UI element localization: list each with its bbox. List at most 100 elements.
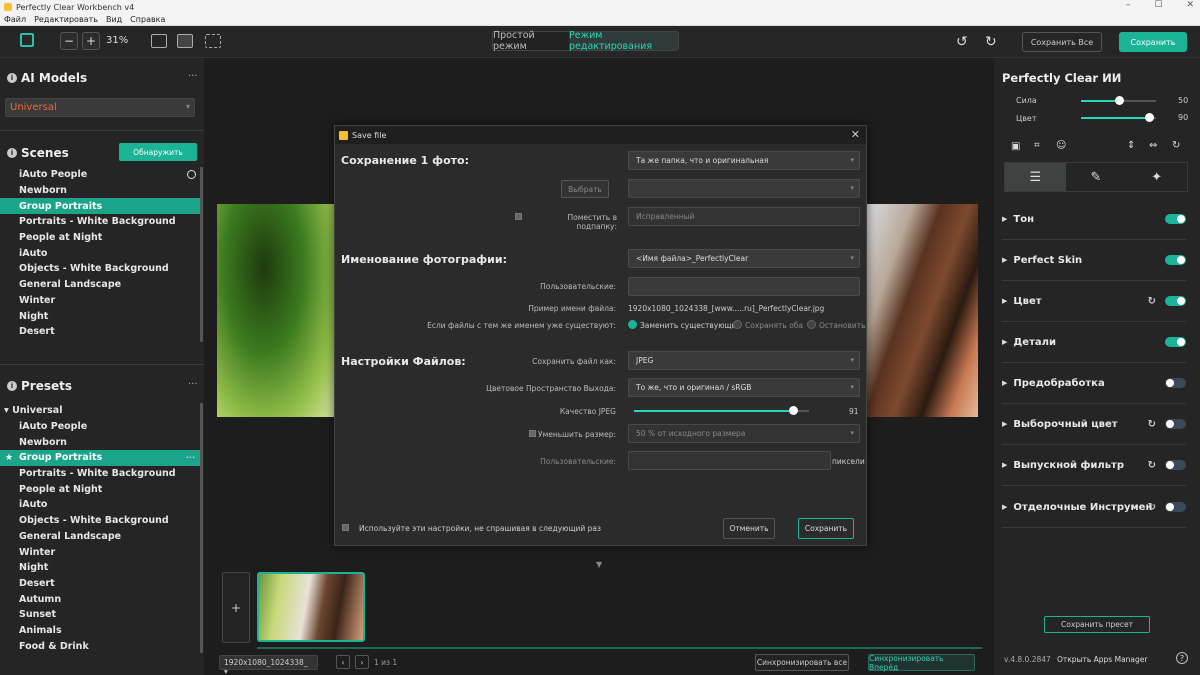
replace-radio[interactable] xyxy=(628,320,637,329)
compare-view-icon[interactable] xyxy=(205,34,221,48)
detect-button[interactable]: Обнаружить xyxy=(119,143,197,161)
list-item[interactable]: iAuto People xyxy=(0,419,200,435)
file-select[interactable]: 1920x1080_1024338_ ▾ xyxy=(219,655,318,675)
help-icon[interactable]: ? xyxy=(1176,652,1188,664)
section-perfect-skin[interactable]: ▶ Perfect Skin xyxy=(1002,240,1186,281)
presets-more-icon[interactable]: ··· xyxy=(188,379,198,390)
presets-scrollbar[interactable] xyxy=(200,403,203,653)
custom-name-input[interactable] xyxy=(628,277,860,296)
section-color[interactable]: ▶ Цвет ↻ xyxy=(1002,281,1186,322)
prev-button[interactable]: ‹ xyxy=(336,655,350,669)
list-item[interactable]: Objects - White Background xyxy=(0,261,200,277)
flip-horizontal-icon[interactable]: ⇔ xyxy=(1149,140,1157,151)
more-icon[interactable]: ··· xyxy=(186,453,195,462)
tab-adjustments-icon[interactable]: ☰ xyxy=(1005,163,1066,191)
list-item[interactable]: Newborn xyxy=(0,183,200,199)
list-item[interactable]: Sunset xyxy=(0,607,200,623)
list-item[interactable]: Portraits - White Background xyxy=(0,466,200,482)
tone-toggle[interactable] xyxy=(1165,214,1186,224)
browse-button[interactable]: Выбрать xyxy=(561,180,609,198)
ai-models-more-icon[interactable]: ··· xyxy=(188,71,198,82)
stop-radio[interactable] xyxy=(807,320,816,329)
star-icon[interactable]: ★ xyxy=(5,453,13,463)
list-item[interactable]: People at Night xyxy=(0,230,200,246)
tab-retouch-icon[interactable]: ✎ xyxy=(1066,163,1127,191)
list-item[interactable]: ★ Group Portraits ··· xyxy=(0,450,200,466)
close-window-button[interactable]: ✕ xyxy=(1186,0,1194,10)
section-finishing-tools[interactable]: ▶ Отделочные Инструмент ↻ xyxy=(1002,487,1186,528)
section-preprocessing[interactable]: ▶ Предобработка xyxy=(1002,363,1186,404)
next-button[interactable]: › xyxy=(355,655,369,669)
subfolder-input[interactable]: Исправленный xyxy=(628,207,860,226)
reset-icon[interactable]: ↻ xyxy=(1148,460,1156,471)
section-tone[interactable]: ▶ Тон xyxy=(1002,199,1186,240)
list-item[interactable]: Group Portraits xyxy=(0,198,200,215)
list-item[interactable]: Winter xyxy=(0,544,200,560)
menu-view[interactable]: Вид xyxy=(106,15,122,24)
reset-icon[interactable]: ↻ xyxy=(1148,419,1156,430)
section-graduated-filter[interactable]: ▶ Выпускной фильтр ↻ xyxy=(1002,445,1186,486)
apps-manager-link[interactable]: Открыть Apps Manager xyxy=(1057,655,1147,664)
list-item[interactable]: Night xyxy=(0,308,200,324)
section-selective-color[interactable]: ▶ Выборочный цвет ↻ xyxy=(1002,404,1186,445)
tab-effects-icon[interactable]: ✦ xyxy=(1126,163,1187,191)
section-details[interactable]: ▶ Детали xyxy=(1002,322,1186,363)
list-item[interactable]: iAuto People xyxy=(0,167,200,183)
skin-toggle[interactable] xyxy=(1165,255,1186,265)
crop-logo-icon[interactable] xyxy=(20,33,34,47)
menu-help[interactable]: Справка xyxy=(130,15,165,24)
save-preset-button[interactable]: Сохранить пресет xyxy=(1044,616,1150,633)
list-item[interactable]: iAuto xyxy=(0,497,200,513)
split-view-icon[interactable] xyxy=(177,34,193,48)
list-item[interactable]: Autumn xyxy=(0,591,200,607)
selective-color-toggle[interactable] xyxy=(1165,419,1186,429)
save-button[interactable]: Сохранить xyxy=(1119,32,1187,52)
color-toggle[interactable] xyxy=(1165,296,1186,306)
preset-group[interactable]: ▾ Universal xyxy=(0,403,200,419)
scenes-scrollbar[interactable] xyxy=(200,167,203,342)
list-item[interactable]: Newborn xyxy=(0,434,200,450)
folder-select[interactable]: Та же папка, что и оригинальная xyxy=(628,151,860,170)
zoom-in-button[interactable]: + xyxy=(82,32,100,50)
browse-path-select[interactable] xyxy=(628,179,860,198)
list-item[interactable]: General Landscape xyxy=(0,277,200,293)
color-slider-handle[interactable] xyxy=(1144,113,1154,122)
single-view-icon[interactable] xyxy=(151,34,167,48)
dialog-save-button[interactable]: Сохранить xyxy=(798,518,854,539)
color-space-select[interactable]: То же, что и оригинал / sRGB xyxy=(628,378,860,397)
add-image-button[interactable]: + xyxy=(222,572,250,643)
list-item[interactable]: General Landscape xyxy=(0,529,200,545)
minimize-button[interactable]: – xyxy=(1126,0,1131,10)
ai-model-select[interactable]: Universal xyxy=(5,98,195,117)
list-item[interactable]: People at Night xyxy=(0,481,200,497)
list-item[interactable]: iAuto xyxy=(0,245,200,261)
format-select[interactable]: JPEG xyxy=(628,351,860,370)
sync-all-button[interactable]: Синхронизировать все xyxy=(755,654,849,671)
crop-icon[interactable]: ⌗ xyxy=(1034,140,1040,151)
face-icon[interactable]: ☺ xyxy=(1056,140,1066,151)
menu-edit[interactable]: Редактировать xyxy=(34,15,98,24)
preprocessing-toggle[interactable] xyxy=(1165,378,1186,388)
list-item[interactable]: Objects - White Background xyxy=(0,513,200,529)
image-icon[interactable]: ▣ xyxy=(1011,141,1020,152)
flip-vertical-icon[interactable]: ⇕ xyxy=(1127,140,1135,151)
reset-icon[interactable]: ↻ xyxy=(1148,502,1156,513)
rotate-icon[interactable]: ↻ xyxy=(1172,140,1180,151)
undo-icon[interactable]: ↺ xyxy=(956,34,968,50)
sync-forward-button[interactable]: Синхронизировать Вперёд xyxy=(868,654,975,672)
list-item[interactable]: Animals xyxy=(0,623,200,639)
save-all-button[interactable]: Сохранить Все xyxy=(1022,32,1102,52)
remember-checkbox[interactable] xyxy=(342,524,349,531)
custom-size-input[interactable] xyxy=(628,451,831,470)
graduated-filter-toggle[interactable] xyxy=(1165,460,1186,470)
menu-file[interactable]: Файл xyxy=(4,15,26,24)
zoom-out-button[interactable]: − xyxy=(60,32,78,50)
subfolder-checkbox[interactable] xyxy=(515,213,522,220)
list-item[interactable]: Portraits - White Background xyxy=(0,214,200,230)
list-item[interactable]: Winter xyxy=(0,293,200,309)
redo-icon[interactable]: ↻ xyxy=(985,34,997,50)
naming-select[interactable]: <Имя файла>_PerfectlyClear xyxy=(628,249,860,268)
keep-both-radio[interactable] xyxy=(733,320,742,329)
list-item[interactable]: Desert xyxy=(0,576,200,592)
cancel-button[interactable]: Отменить xyxy=(723,518,775,539)
